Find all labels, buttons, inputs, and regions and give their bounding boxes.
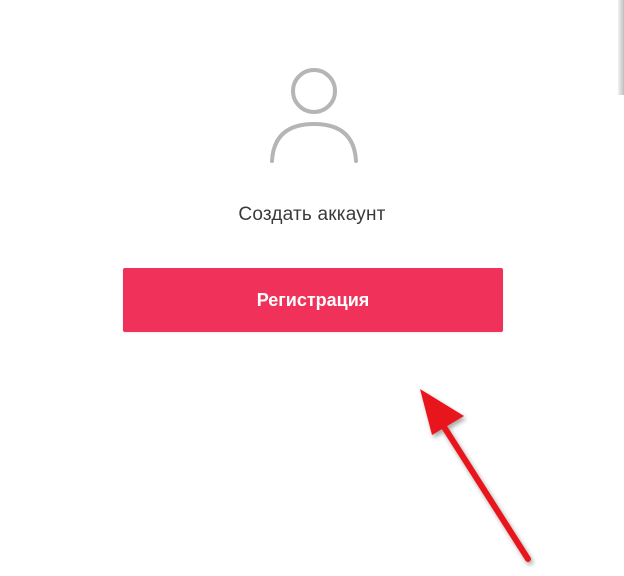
red-arrow-icon (400, 372, 550, 571)
create-account-title: Создать аккаунт (238, 204, 386, 225)
window-edge (618, 0, 624, 95)
register-button-label: Регистрация (256, 289, 370, 310)
signup-screen: Создать аккаунт Регистрация (0, 0, 624, 571)
user-avatar-icon (268, 64, 360, 168)
register-button[interactable]: Регистрация (123, 268, 503, 332)
